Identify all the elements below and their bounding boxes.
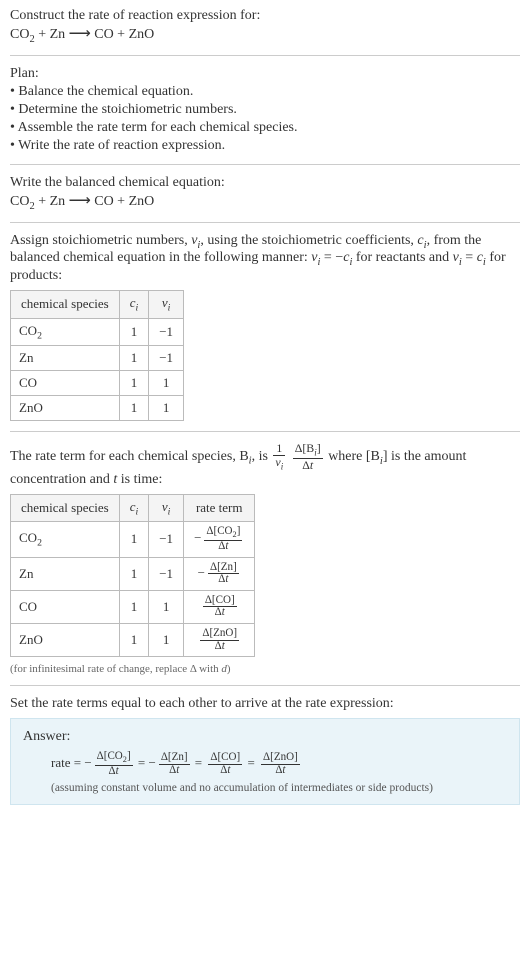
plan-item: • Balance the chemical equation. <box>10 84 520 100</box>
table-row: CO 1 1 Δ[CO]Δt <box>11 590 255 623</box>
rate-expression: rate = −Δ[CO2]Δt = −Δ[Zn]Δt = Δ[CO]Δt = … <box>51 751 507 777</box>
cell-nu: −1 <box>149 522 184 557</box>
final-section: Set the rate terms equal to each other t… <box>10 696 520 804</box>
balanced-equation: CO2 + Zn ⟶ CO + ZnO <box>10 191 520 212</box>
table-row: CO2 1 −1 −Δ[CO2]Δt <box>11 522 255 557</box>
infinitesimal-note: (for infinitesimal rate of change, repla… <box>10 663 520 675</box>
cell-c: 1 <box>119 624 149 657</box>
cell-rate-term: Δ[ZnO]Δt <box>184 624 255 657</box>
cell-species: ZnO <box>11 396 120 421</box>
col-c: ci <box>119 291 149 319</box>
cell-nu: 1 <box>149 371 184 396</box>
cell-nu: −1 <box>149 318 184 346</box>
cell-nu: −1 <box>149 557 184 590</box>
cell-c: 1 <box>119 557 149 590</box>
table-row: Zn 1 −1 −Δ[Zn]Δt <box>11 557 255 590</box>
stoich-intro: Assign stoichiometric numbers, νi, using… <box>10 233 520 285</box>
rate-term-intro: The rate term for each chemical species,… <box>10 442 520 487</box>
cell-c: 1 <box>119 522 149 557</box>
rate-term-table: chemical species ci νi rate term CO2 1 −… <box>10 494 255 658</box>
cell-nu: 1 <box>149 590 184 623</box>
table-row: ZnO 1 1 Δ[ZnO]Δt <box>11 624 255 657</box>
final-title: Set the rate terms equal to each other t… <box>10 696 520 712</box>
cell-species: CO <box>11 371 120 396</box>
cell-species: CO2 <box>11 522 120 557</box>
divider <box>10 431 520 432</box>
cell-nu: 1 <box>149 396 184 421</box>
cell-c: 1 <box>119 396 149 421</box>
cell-c: 1 <box>119 371 149 396</box>
answer-label: Answer: <box>23 729 507 745</box>
col-c: ci <box>119 494 149 522</box>
cell-c: 1 <box>119 590 149 623</box>
cell-species: CO <box>11 590 120 623</box>
plan-item: • Determine the stoichiometric numbers. <box>10 102 520 118</box>
plan-list: • Balance the chemical equation. • Deter… <box>10 84 520 154</box>
divider <box>10 222 520 223</box>
cell-rate-term: −Δ[Zn]Δt <box>184 557 255 590</box>
cell-species: Zn <box>11 557 120 590</box>
divider <box>10 55 520 56</box>
plan-title: Plan: <box>10 66 520 82</box>
cell-species: Zn <box>11 346 120 371</box>
prompt-text: Construct the rate of reaction expressio… <box>10 8 520 24</box>
plan-item: • Write the rate of reaction expression. <box>10 138 520 154</box>
col-nu: νi <box>149 291 184 319</box>
cell-c: 1 <box>119 318 149 346</box>
plan-item: • Assemble the rate term for each chemic… <box>10 120 520 136</box>
cell-species: ZnO <box>11 624 120 657</box>
balanced-title: Write the balanced chemical equation: <box>10 175 520 191</box>
plan-section: Plan: • Balance the chemical equation. •… <box>10 66 520 154</box>
cell-rate-term: Δ[CO]Δt <box>184 590 255 623</box>
problem-statement: Construct the rate of reaction expressio… <box>10 8 520 45</box>
cell-nu: −1 <box>149 346 184 371</box>
rate-term-section: The rate term for each chemical species,… <box>10 442 520 675</box>
col-species: chemical species <box>11 291 120 319</box>
table-row: Zn 1 −1 <box>11 346 184 371</box>
col-rate-term: rate term <box>184 494 255 522</box>
divider <box>10 164 520 165</box>
cell-rate-term: −Δ[CO2]Δt <box>184 522 255 557</box>
table-row: ZnO 1 1 <box>11 396 184 421</box>
cell-c: 1 <box>119 346 149 371</box>
answer-box: Answer: rate = −Δ[CO2]Δt = −Δ[Zn]Δt = Δ[… <box>10 718 520 804</box>
col-species: chemical species <box>11 494 120 522</box>
cell-nu: 1 <box>149 624 184 657</box>
table-row: CO 1 1 <box>11 371 184 396</box>
col-nu: νi <box>149 494 184 522</box>
cell-species: CO2 <box>11 318 120 346</box>
table-row: CO2 1 −1 <box>11 318 184 346</box>
stoich-table: chemical species ci νi CO2 1 −1 Zn 1 −1 … <box>10 290 184 421</box>
fraction-one-over-nu: 1 νi <box>273 442 285 471</box>
divider <box>10 685 520 686</box>
unbalanced-equation: CO2 + Zn ⟶ CO + ZnO <box>10 24 520 45</box>
stoichiometric-section: Assign stoichiometric numbers, νi, using… <box>10 233 520 422</box>
fraction-delta-b-over-t: Δ[Bi] Δt <box>293 442 323 471</box>
table-header-row: chemical species ci νi rate term <box>11 494 255 522</box>
table-header-row: chemical species ci νi <box>11 291 184 319</box>
balanced-section: Write the balanced chemical equation: CO… <box>10 175 520 212</box>
assumption-note: (assuming constant volume and no accumul… <box>51 782 507 794</box>
